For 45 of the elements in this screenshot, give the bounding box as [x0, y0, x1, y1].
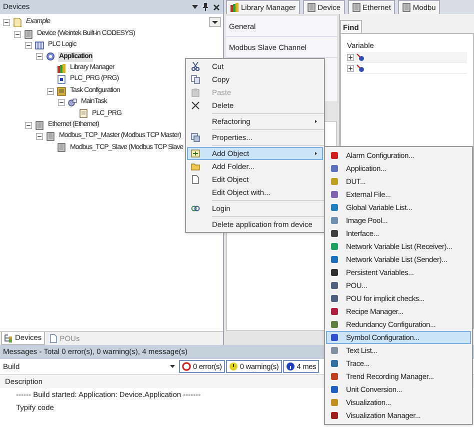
- close-icon[interactable]: [213, 4, 220, 10]
- close-icon: [191, 101, 200, 110]
- caret-icon: [170, 365, 175, 368]
- warning-icon: [228, 362, 238, 371]
- add-object-icon: [191, 149, 200, 158]
- task-icon: [68, 98, 77, 107]
- variable-icon: [356, 64, 365, 72]
- device-icon: [402, 3, 411, 12]
- scissors-icon: [191, 62, 200, 71]
- tasks-icon: [57, 86, 66, 96]
- variable-icon: [356, 52, 365, 62]
- collapse-icon[interactable]: [36, 133, 43, 140]
- collapse-icon[interactable]: [25, 42, 32, 49]
- device-icon: [352, 3, 361, 12]
- device-icon: [46, 132, 55, 142]
- clipboard-icon: [191, 88, 200, 97]
- collapse-icon[interactable]: [25, 122, 32, 129]
- link-icon: [191, 204, 200, 213]
- program-icon: [57, 75, 66, 84]
- pin-icon[interactable]: [203, 3, 208, 11]
- info-icon: [286, 362, 295, 371]
- device-icon: [35, 120, 44, 130]
- caret-icon: [212, 20, 218, 24]
- program-icon: [79, 109, 88, 118]
- device-icon: [57, 143, 66, 152]
- collapse-icon[interactable]: [3, 19, 10, 26]
- document-icon: [191, 175, 200, 184]
- device-icon: [306, 3, 316, 12]
- document-icon: [13, 18, 22, 28]
- expand-icon[interactable]: [347, 54, 354, 60]
- dropdown-icon[interactable]: [192, 5, 198, 9]
- tree-icon: [4, 334, 13, 342]
- properties-icon: [191, 133, 200, 142]
- copy-icon: [191, 75, 200, 84]
- collapse-icon[interactable]: [14, 30, 21, 38]
- error-icon: [182, 362, 191, 371]
- folder-icon: [191, 162, 200, 171]
- dropdown-button[interactable]: [209, 17, 221, 27]
- document-icon: [48, 334, 58, 343]
- collapse-icon[interactable]: [36, 53, 43, 60]
- device-icon: [24, 30, 33, 39]
- plc-icon: [35, 40, 44, 50]
- expand-icon[interactable]: [347, 64, 354, 72]
- collapse-icon[interactable]: [58, 98, 65, 106]
- collapse-icon[interactable]: [47, 88, 54, 95]
